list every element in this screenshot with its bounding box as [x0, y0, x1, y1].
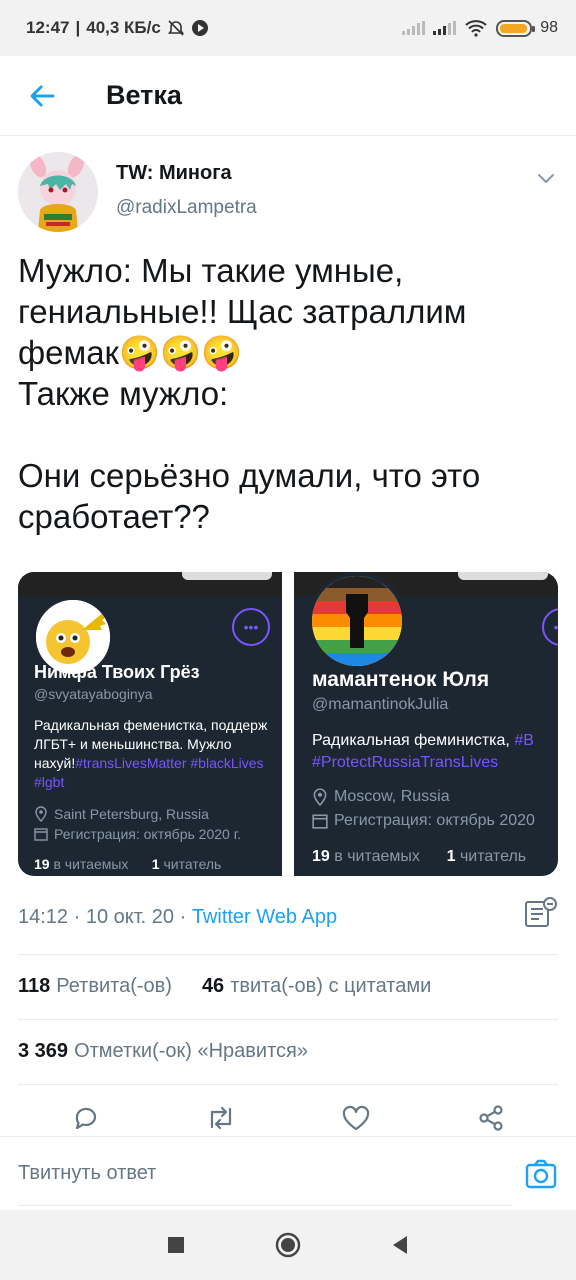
followers-count: 1	[446, 848, 456, 865]
profile-joined-text: Регистрация: октябрь 2020	[334, 812, 535, 829]
square-icon	[168, 1237, 184, 1253]
profile-location: Moscow, Russia	[312, 788, 450, 806]
signal-icon-2	[433, 21, 457, 35]
following-count: 19	[34, 856, 50, 872]
tweet-text: Мужло: Мы такие умные, гениальные!! Щас …	[18, 252, 481, 535]
profile-handle: @mamantinokJulia	[312, 696, 449, 713]
avatar[interactable]	[18, 152, 98, 232]
media-image-1[interactable]: ••• Нимфа Твоих Грёз @svyatayaboginya Ра…	[18, 572, 282, 876]
followers-label: читатель	[459, 848, 527, 865]
profile-joined: Регистрация: октябрь 2020	[312, 812, 535, 830]
play-icon	[191, 20, 208, 36]
status-time: 12:47	[26, 18, 70, 37]
system-nav-bar	[0, 1210, 576, 1280]
profile-bio: Радикальная феменистка, поддерж ЛГБТ+ и …	[34, 716, 282, 792]
comment-icon	[75, 1107, 96, 1130]
author-handle[interactable]: @radixLampetra	[116, 197, 257, 219]
profile-location-text: Moscow, Russia	[334, 788, 450, 805]
analytics-icon[interactable]	[522, 896, 558, 932]
profile-more-icon: •••	[542, 608, 558, 646]
heart-icon	[342, 1105, 369, 1131]
back-button[interactable]	[10, 64, 74, 128]
profile-joined: Регистрация: октябрь 2020 г.	[34, 826, 241, 842]
profile-location-text: Saint Petersburg, Russia	[54, 806, 209, 822]
followers-count: 1	[151, 856, 160, 872]
home-button[interactable]	[268, 1225, 308, 1265]
profile-counts: 19 в читаемых 1 читатель	[34, 856, 221, 872]
alarm-off-icon	[167, 20, 184, 36]
status-bar: 12:47 | 40,3 КБ/с 98	[0, 0, 576, 56]
share-button[interactable]	[471, 1103, 511, 1139]
location-pin-icon	[35, 806, 47, 822]
retweets-label: Ретвита(-ов)	[56, 975, 172, 997]
reply-bar: Твитнуть ответ	[0, 1136, 576, 1210]
tweet-actions	[18, 1084, 558, 1136]
profile-bio: Радикальная феминистка, #B #ProtectRussi…	[312, 730, 558, 773]
following-label: в читаемых	[53, 856, 129, 872]
page-title: Ветка	[106, 80, 182, 110]
media-image-2[interactable]: ••• мамантенок Юля @mamantinokJulia Ради…	[294, 572, 558, 876]
tweet-media[interactable]: ••• Нимфа Твоих Грёз @svyatayaboginya Ра…	[18, 572, 558, 876]
profile-joined-text: Регистрация: октябрь 2020 г.	[54, 826, 241, 842]
profile-avatar	[308, 572, 406, 670]
retweet-icon	[210, 1106, 231, 1130]
chevron-down-icon[interactable]	[534, 166, 558, 190]
circle-icon	[275, 1232, 301, 1258]
calendar-icon	[34, 828, 48, 841]
like-stats[interactable]: 3 369 Отметки(-ок) «Нравится»	[18, 1019, 558, 1083]
profile-more-icon: •••	[232, 608, 270, 646]
following-count: 19	[312, 848, 330, 865]
profile-location: Saint Petersburg, Russia	[34, 806, 209, 822]
triangle-back-icon	[393, 1236, 407, 1254]
retweet-button[interactable]	[201, 1103, 241, 1139]
profile-name: мамантенок Юля	[312, 668, 490, 691]
calendar-icon	[312, 814, 328, 829]
likes-label: Отметки(-ок) «Нравится»	[74, 1040, 308, 1062]
profile-bio-text: Радикальная феминистка,	[312, 732, 515, 749]
back-nav-button[interactable]	[380, 1225, 420, 1265]
share-icon	[478, 1105, 503, 1131]
wifi-icon	[465, 20, 487, 37]
author-text: TW: Минога @radixLampetra	[116, 152, 257, 236]
like-button[interactable]	[336, 1103, 376, 1139]
status-right: 98	[402, 19, 558, 37]
battery-icon	[496, 19, 536, 37]
banner-pill	[458, 572, 548, 580]
likes-count: 3 369	[18, 1040, 69, 1062]
location-pin-icon	[313, 788, 327, 806]
following-label: в читаемых	[334, 848, 420, 865]
followers-label: читатель	[163, 856, 222, 872]
avatar-illustration	[18, 152, 98, 232]
reply-input[interactable]: Твитнуть ответ	[18, 1142, 512, 1206]
profile-name: Нимфа Твоих Грёз	[34, 662, 200, 682]
status-left: 12:47 | 40,3 КБ/с	[26, 18, 209, 38]
status-separator: |	[75, 18, 81, 37]
quotes-label: твита(-ов) с цитатами	[230, 975, 432, 997]
profile-handle: @svyatayaboginya	[34, 686, 153, 702]
camera-icon[interactable]	[524, 1157, 558, 1191]
profile-counts: 19 в читаемых 1 читатель	[312, 848, 526, 866]
banner-pill	[182, 572, 272, 580]
status-speed: 40,3 КБ/с	[86, 18, 161, 37]
author-name[interactable]: TW: Минога	[116, 162, 257, 185]
tweet-timestamp: 14:12 · 10 окт. 20 · Twitter Web App	[18, 906, 337, 929]
arrow-left-icon	[30, 85, 55, 106]
tweet-source-link[interactable]: Twitter Web App	[192, 906, 337, 928]
tweet-author: TW: Минога @radixLampetra	[18, 152, 558, 236]
reply-button[interactable]	[66, 1103, 106, 1139]
quotes-count: 46	[201, 975, 225, 997]
signal-icon-1	[402, 21, 426, 35]
top-bar: Ветка	[0, 56, 576, 136]
retweets-count: 118	[18, 975, 51, 997]
retweet-stats[interactable]: 118 Ретвита(-ов) 46 твита(-ов) с цитатам…	[18, 954, 558, 1018]
recents-button[interactable]	[156, 1225, 196, 1265]
battery-level: 98	[540, 19, 558, 36]
rainbow-fist-icon	[312, 576, 402, 666]
timestamp-text: 14:12 · 10 окт. 20 ·	[18, 906, 192, 928]
